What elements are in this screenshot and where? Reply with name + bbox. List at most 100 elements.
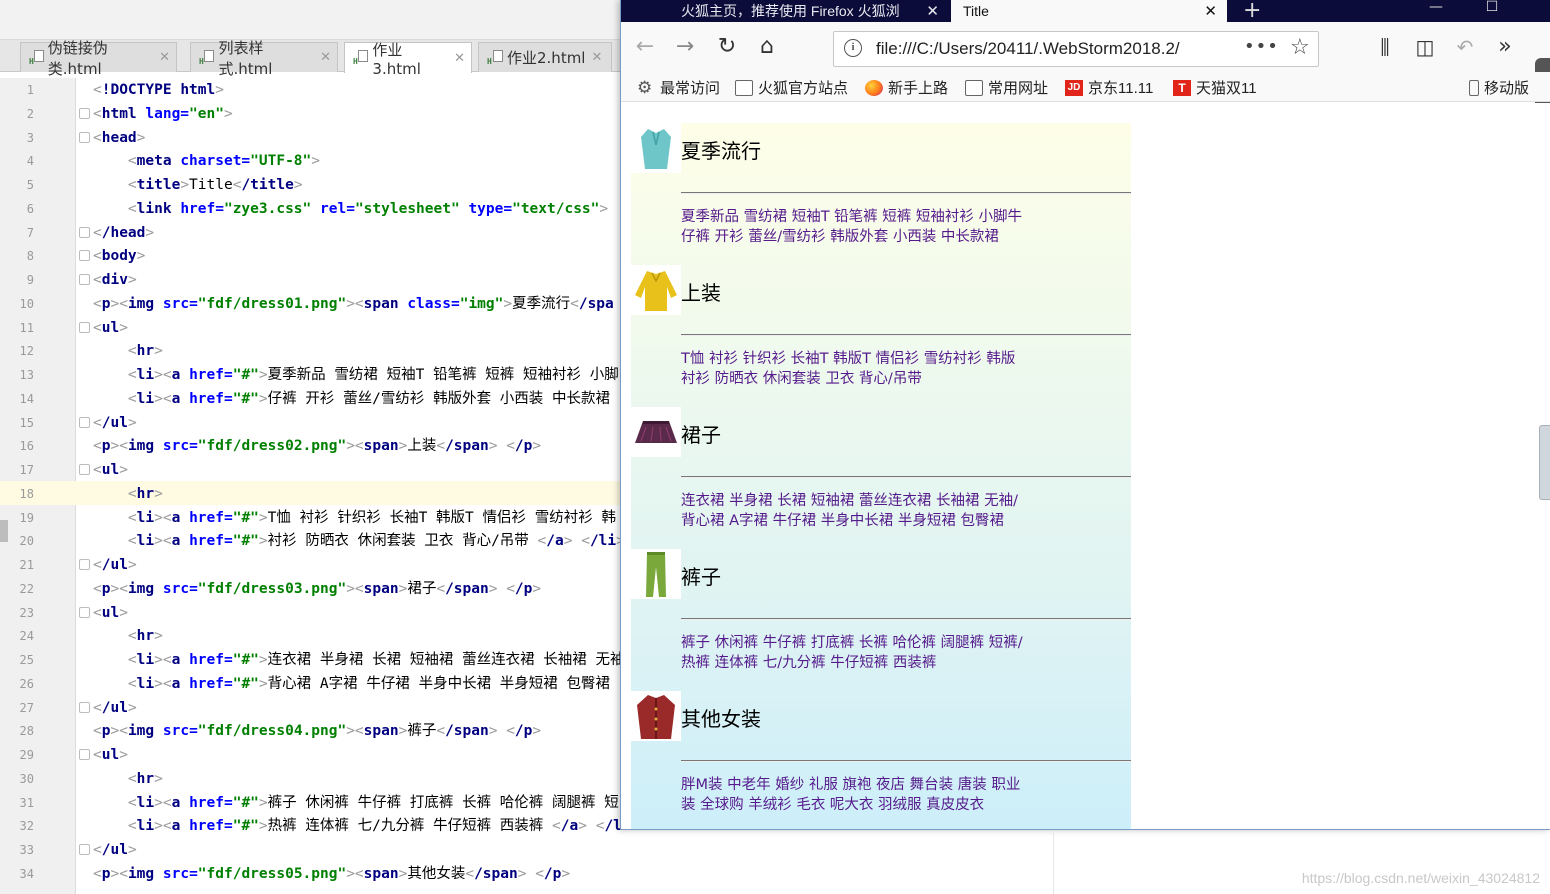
line-number: 6: [26, 201, 34, 216]
code-line[interactable]: 33 </ul>: [0, 838, 620, 862]
reload-icon[interactable]: ↻: [715, 35, 739, 59]
editor-tab-list-style[interactable]: H 列表样式.html ✕: [190, 39, 338, 78]
code-line[interactable]: 26 <li><a href="#">背心裙 A字裙 牛仔裙 半身中长裙 半身短…: [0, 672, 620, 696]
close-icon[interactable]: ✕: [591, 50, 602, 65]
fold-marker-icon[interactable]: [79, 464, 90, 475]
code-line[interactable]: 20 <li><a href="#">衬衫 防晒衣 休闲套装 卫衣 背心/吊带 …: [0, 529, 625, 553]
code-text: </ul>: [93, 842, 137, 858]
code-line[interactable]: 1 <!DOCTYPE html>: [0, 78, 620, 102]
code-line[interactable]: 24 <hr>: [0, 624, 620, 648]
bookmark-mobile[interactable]: 移动版: [1469, 77, 1529, 98]
category-panel: 夏季流行 夏季新品 雪纺裙 短袖T 铅笔裤 短裤 短袖衬衫 小脚牛 仔裤 开衫 …: [631, 123, 1131, 829]
back-arrow-icon[interactable]: ←: [633, 35, 657, 59]
fold-marker-icon[interactable]: [79, 107, 90, 119]
category-link-line[interactable]: 夏季新品 雪纺裙 短袖T 铅笔裤 短裤 短袖衬衫 小脚牛: [681, 205, 1022, 226]
code-line[interactable]: 6 <link href="zye3.css" rel="stylesheet"…: [0, 197, 620, 221]
code-line[interactable]: 22 <p><img src="fdf/dress03.png"><span>裙子…: [0, 577, 620, 601]
code-line[interactable]: 18 <hr>: [0, 482, 620, 506]
browser-tab-firefox-home[interactable]: 火狐主页，推荐使用 Firefox 火狐浏 ✕: [669, 0, 949, 22]
code-text: <li><a href="#">夏季新品 雪纺裙 短袖T 铅笔裤 短裤 短袖衬衫…: [127, 367, 619, 383]
fold-marker-icon[interactable]: [79, 416, 90, 428]
maximize-icon[interactable]: ☐: [1469, 0, 1515, 22]
fold-marker-icon[interactable]: [79, 321, 90, 333]
minimize-icon[interactable]: —: [1413, 0, 1459, 22]
code-line[interactable]: 31 <li><a href="#">裤子 休闲裤 牛仔裤 打底裤 长裤 哈伦裤…: [0, 791, 620, 815]
code-text: <ul>: [93, 604, 128, 621]
code-line[interactable]: 2 <html lang="en">: [0, 102, 620, 126]
code-line[interactable]: 14 <li><a href="#">仔裤 开衫 蕾丝/雪纺衫 韩版外套 小西装…: [0, 387, 620, 411]
bookmark-star-icon[interactable]: ☆: [1290, 35, 1310, 60]
code-line[interactable]: 34 <p><img src="fdf/dress05.png"><span>其他…: [0, 862, 620, 886]
code-line[interactable]: 23 <ul>: [0, 601, 620, 625]
close-tab-icon[interactable]: ✕: [1204, 2, 1217, 20]
code-line[interactable]: 3 <head>: [0, 126, 620, 150]
editor-tab-fake-link[interactable]: H 伪链接伪类.html ✕: [20, 39, 177, 78]
overflow-chevron-icon[interactable]: »: [1493, 35, 1517, 59]
category-link-line[interactable]: 热裤 连体裤 七/九分裤 牛仔短裤 西装裤: [681, 651, 936, 672]
forward-arrow-icon[interactable]: →: [673, 35, 697, 59]
browser-tab-title-page[interactable]: Title ✕: [951, 0, 1227, 22]
category-link-line[interactable]: 胖M装 中老年 婚纱 礼服 旗袍 夜店 舞台装 唐装 职业: [681, 773, 1020, 794]
code-line[interactable]: 28 <p><img src="fdf/dress04.png"><span>裤子…: [0, 719, 620, 743]
bookmark-getting-started[interactable]: 新手上路: [865, 77, 948, 98]
side-panel-tab[interactable]: [1539, 425, 1550, 500]
code-line[interactable]: 30 <hr>: [0, 767, 620, 791]
url-bar[interactable]: i file:///C:/Users/20411/.WebStorm2018.2…: [833, 31, 1319, 67]
code-line[interactable]: 11 <ul>: [0, 316, 620, 340]
code-line[interactable]: 4 <meta charset="UTF-8">: [0, 149, 620, 173]
fold-marker-icon[interactable]: [79, 844, 90, 855]
code-line[interactable]: 21 </ul>: [0, 553, 620, 577]
category-link-line[interactable]: 背心裙 A字裙 牛仔裙 半身中长裙 半身短裙 包臀裙: [681, 509, 1004, 530]
bookmark-tmall[interactable]: T 天猫双11: [1173, 77, 1257, 98]
category-link-line[interactable]: 衬衫 防晒衣 休闲套装 卫衣 背心/吊带: [681, 367, 922, 388]
category-link-line[interactable]: 仔裤 开衫 蕾丝/雪纺衫 韩版外套 小西装 中长款裙: [681, 225, 999, 246]
code-line[interactable]: 15 </ul>: [0, 411, 620, 435]
library-icon[interactable]: ⫼: [1373, 35, 1397, 59]
close-tab-icon[interactable]: ✕: [926, 2, 939, 20]
bookmark-firefox-official[interactable]: 火狐官方站点: [735, 77, 848, 98]
code-line[interactable]: 7 </head>: [0, 221, 620, 245]
code-line[interactable]: 27 </ul>: [0, 696, 620, 720]
fold-marker-icon[interactable]: [79, 559, 90, 570]
home-icon[interactable]: ⌂: [755, 35, 779, 59]
code-line[interactable]: 5 <title>Title</title>: [0, 173, 620, 197]
editor-tab-homework2[interactable]: H 作业2.html ✕: [478, 42, 612, 72]
code-line[interactable]: 19 <li><a href="#">T恤 衬衫 针织衫 长袖T 韩版T 情侣衫…: [0, 506, 620, 530]
undo-icon[interactable]: ↶: [1453, 35, 1477, 59]
close-icon[interactable]: ✕: [454, 51, 465, 66]
fold-marker-icon[interactable]: [79, 226, 90, 238]
fold-marker-icon[interactable]: [79, 749, 90, 760]
sidebar-icon[interactable]: ◫: [1413, 35, 1437, 59]
code-line[interactable]: 17 <ul>: [0, 458, 620, 482]
code-line[interactable]: 9 <div>: [0, 268, 620, 292]
page-actions-icon[interactable]: •••: [1244, 36, 1279, 57]
bookmark-common-sites[interactable]: 常用网址: [965, 77, 1048, 98]
code-line[interactable]: 29 <ul>: [0, 743, 620, 767]
editor-tab-label: 作业2.html: [507, 49, 586, 67]
close-icon[interactable]: ✕: [320, 50, 331, 65]
code-line[interactable]: 8 <body>: [0, 244, 620, 268]
category-link-line[interactable]: 连衣裙 半身裙 长裙 短袖裙 蕾丝连衣裙 长袖裙 无袖/: [681, 489, 1018, 510]
close-icon[interactable]: ✕: [159, 50, 170, 65]
fold-marker-icon[interactable]: [79, 131, 90, 143]
code-line[interactable]: 10 <p><img src="fdf/dress01.png"><span cl…: [0, 292, 620, 316]
bookmark-jd[interactable]: JD 京东11.11: [1065, 77, 1153, 98]
category-divider: [681, 618, 1131, 620]
category-link-line[interactable]: 裤子 休闲裤 牛仔裤 打底裤 长裤 哈伦裤 阔腿裤 短裤/: [681, 631, 1023, 652]
fold-marker-icon[interactable]: [79, 274, 90, 285]
code-line[interactable]: 13 <li><a href="#">夏季新品 雪纺裙 短袖T 铅笔裤 短裤 短…: [0, 363, 620, 387]
new-tab-icon[interactable]: +: [1243, 0, 1261, 23]
code-line[interactable]: 12 <hr>: [0, 339, 620, 363]
category-link-line[interactable]: T恤 衬衫 针织衫 长袖T 韩版T 情侣衫 雪纺衬衫 韩版: [681, 347, 1015, 368]
editor-tab-homework3[interactable]: H 作业3.html ✕: [344, 41, 472, 78]
code-line[interactable]: 32 <li><a href="#">热裤 连体裤 七/九分裤 牛仔短裤 西装裤…: [0, 814, 622, 838]
info-icon[interactable]: i: [844, 39, 862, 57]
fold-marker-icon[interactable]: [79, 250, 90, 262]
url-text[interactable]: file:///C:/Users/20411/.WebStorm2018.2/: [876, 39, 1216, 59]
fold-marker-icon[interactable]: [79, 701, 90, 713]
code-line[interactable]: 16 <p><img src="fdf/dress02.png"><span>上装…: [0, 434, 620, 458]
bookmark-most-visited[interactable]: ⚙ 最常访问: [637, 77, 720, 98]
category-link-line[interactable]: 装 全球购 羊绒衫 毛衣 呢大衣 羽绒服 真皮皮衣: [681, 793, 984, 814]
code-line[interactable]: 25 <li><a href="#">连衣裙 半身裙 长裙 短袖裙 蕾丝连衣裙 …: [0, 648, 625, 672]
fold-marker-icon[interactable]: [79, 606, 90, 618]
